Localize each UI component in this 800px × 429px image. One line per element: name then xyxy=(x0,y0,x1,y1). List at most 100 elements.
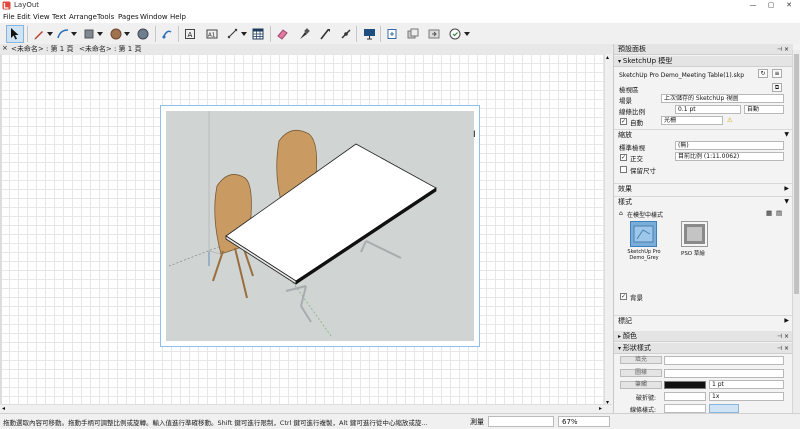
style-thumb-pso-sketch[interactable] xyxy=(681,221,708,247)
circle-tool-icon[interactable] xyxy=(107,25,125,43)
add-page-icon[interactable] xyxy=(383,25,401,43)
dimension-dropdown-icon[interactable] xyxy=(241,32,247,36)
panel-close-icon[interactable]: ⊣ × xyxy=(777,343,789,354)
polygon-tool-icon[interactable] xyxy=(134,25,152,43)
join-tool-icon[interactable] xyxy=(337,25,355,43)
scroll-left-icon[interactable]: ◂ xyxy=(2,405,5,412)
presentation-icon[interactable] xyxy=(360,25,378,43)
background-checkbox[interactable]: ✓ xyxy=(620,293,627,300)
fill-toggle[interactable]: 填充 xyxy=(620,356,662,364)
dash-scale-select[interactable]: 1x xyxy=(709,392,784,401)
measurement-input[interactable] xyxy=(488,416,554,427)
render-mode-select[interactable]: 光柵 xyxy=(661,116,723,125)
warning-icon: ⚠ xyxy=(727,116,733,124)
list-view-icon[interactable]: ▤ xyxy=(776,209,782,217)
fill-color-swatch[interactable] xyxy=(664,356,784,365)
menu-tools[interactable]: Tools xyxy=(97,13,114,21)
line-scale-input[interactable]: 0.1 pt xyxy=(675,105,741,114)
pattern-swatch[interactable] xyxy=(664,369,784,378)
dash-pattern-select[interactable] xyxy=(664,392,706,401)
model-menu-icon[interactable]: ≡ xyxy=(772,69,782,78)
menu-pages[interactable]: Pages xyxy=(118,13,139,21)
close-button[interactable]: ✕ xyxy=(780,0,798,11)
tab-page-1-b[interactable]: <未命名> : 第 1 頁 xyxy=(76,44,144,54)
stroke-color-swatch[interactable] xyxy=(664,381,706,389)
sketchup-viewport[interactable] xyxy=(160,105,480,347)
next-page-icon[interactable] xyxy=(425,25,443,43)
style-thumb-demo-grey[interactable] xyxy=(630,221,657,247)
relink-icon[interactable]: ↻ xyxy=(758,69,768,78)
pencil-tool-icon[interactable] xyxy=(30,25,48,43)
arc-dropdown-icon[interactable] xyxy=(71,32,77,36)
line-cap-buttons[interactable] xyxy=(664,404,706,413)
scroll-right-icon[interactable]: ▸ xyxy=(599,405,602,412)
menu-arrange[interactable]: Arrange xyxy=(69,13,97,21)
camera-edit-icon[interactable]: ⧉ xyxy=(772,83,782,92)
scale-section-header[interactable]: 縮放 ▼ xyxy=(614,129,793,139)
maximize-button[interactable]: ▢ xyxy=(762,0,780,11)
menu-edit[interactable]: Edit xyxy=(17,13,31,21)
duplicate-page-icon[interactable] xyxy=(404,25,422,43)
menu-window[interactable]: Window xyxy=(140,13,168,21)
scene-label: 場景 xyxy=(619,97,632,105)
standard-view-select[interactable]: (無) xyxy=(675,141,784,150)
main-toolbar: A A1 xyxy=(0,23,800,46)
colors-header[interactable]: ▸ 顏色 ⊣ × xyxy=(614,331,793,342)
auto-render-checkbox[interactable]: ✓ xyxy=(620,118,627,125)
preserve-size-label: 保留尺寸 xyxy=(630,167,656,175)
menu-view[interactable]: View xyxy=(33,13,50,21)
shape-style-header[interactable]: ▾ 形狀樣式 ⊣ × xyxy=(614,343,793,354)
status-message: 拖動選取內容可移動。拖動手柄可調整比例或旋轉。輸入值進行準確移動。Shift 鍵… xyxy=(3,419,428,427)
line-join-buttons[interactable] xyxy=(709,404,739,413)
stroke-width-select[interactable]: 1 pt xyxy=(709,380,784,389)
styles-section-header[interactable]: 樣式 ▼ xyxy=(614,196,793,206)
tags-section-header[interactable]: 標記 ▶ xyxy=(614,315,793,325)
label-tool-icon[interactable]: A1 xyxy=(203,25,221,43)
style-tool-icon[interactable] xyxy=(295,25,313,43)
tab-close-icon[interactable]: × xyxy=(2,44,8,52)
tray-scroll-thumb[interactable] xyxy=(794,54,799,294)
scene-select[interactable]: 上次儲存的 SketchUp 視圖 xyxy=(661,94,784,103)
collapse-arrow-icon: ▼ xyxy=(784,198,789,205)
share-dropdown-icon[interactable] xyxy=(464,32,470,36)
offset-tool-icon[interactable] xyxy=(158,25,176,43)
tray-scrollbar[interactable] xyxy=(792,50,800,413)
layout-app-icon xyxy=(2,1,11,10)
pencil-dropdown-icon[interactable] xyxy=(47,32,53,36)
minimize-button[interactable]: — xyxy=(744,0,762,11)
rectangle-tool-icon[interactable] xyxy=(80,25,98,43)
tab-page-1[interactable]: <未命名> : 第 1 頁 xyxy=(8,44,76,54)
stroke-toggle[interactable]: 筆觸 xyxy=(620,381,662,389)
menu-file[interactable]: File xyxy=(3,13,15,21)
rectangle-dropdown-icon[interactable] xyxy=(97,32,103,36)
ortho-checkbox[interactable]: ✓ xyxy=(620,154,627,161)
ortho-scale-select[interactable]: 目前比例 (1:11.0062) xyxy=(675,152,784,161)
effects-section-header[interactable]: 效果 ▶ xyxy=(614,183,793,193)
split-tool-icon[interactable] xyxy=(316,25,334,43)
menu-help[interactable]: Help xyxy=(170,13,186,21)
text-tool-icon[interactable]: A xyxy=(181,25,199,43)
scroll-up-icon[interactable]: ▴ xyxy=(606,54,609,61)
panel-close-icon[interactable]: ⊣ × xyxy=(777,331,789,342)
line-scale-mode-select[interactable]: 自動 xyxy=(744,105,784,114)
table-tool-icon[interactable] xyxy=(249,25,267,43)
grid-view-icon[interactable]: ▦ xyxy=(766,209,772,217)
circle-dropdown-icon[interactable] xyxy=(124,32,130,36)
eraser-tool-icon[interactable] xyxy=(273,25,291,43)
background-label: 背景 xyxy=(630,294,643,302)
canvas-horizontal-scrollbar[interactable]: ◂ ▸ xyxy=(0,404,612,413)
menu-text[interactable]: Text xyxy=(52,13,66,21)
dimension-tool-icon[interactable] xyxy=(224,25,242,43)
in-model-styles-label[interactable]: 在模型中樣式 xyxy=(627,210,663,219)
zoom-select[interactable]: 67% xyxy=(558,416,610,427)
svg-text:A1: A1 xyxy=(208,33,215,39)
canvas-vertical-scrollbar[interactable]: ▴ ▾ xyxy=(604,54,612,406)
preserve-size-checkbox[interactable] xyxy=(620,166,627,173)
arc-tool-icon[interactable] xyxy=(54,25,72,43)
pin-icon[interactable]: ⊣ × xyxy=(777,44,789,55)
pattern-toggle[interactable]: 圖樣 xyxy=(620,369,662,377)
share-icon[interactable] xyxy=(446,25,464,43)
select-tool-icon[interactable] xyxy=(6,25,24,43)
sketchup-model-header[interactable]: ▾ SketchUp 模型 xyxy=(614,56,793,67)
home-icon[interactable]: ⌂ xyxy=(619,210,623,217)
